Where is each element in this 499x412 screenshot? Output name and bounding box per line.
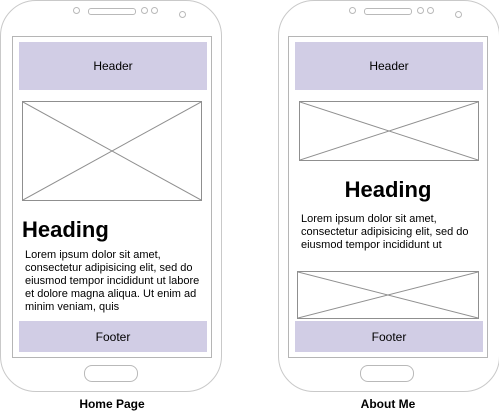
speaker-grille [364,8,412,15]
caption-about-me: About Me [360,397,416,411]
sensor-icon [417,7,424,14]
image-placeholder [297,271,479,319]
home-button[interactable] [84,365,138,382]
sensor-icon [141,7,148,14]
header-bar: Header [19,42,207,90]
image-placeholder [22,101,202,201]
screen: Header Heading Lorem ipsum dolor sit ame… [12,36,212,358]
screen: Header Heading Lorem ipsum dolor sit ame… [288,36,488,358]
home-button[interactable] [360,365,414,382]
phone-home-page: Header Heading Lorem ipsum dolor sit ame… [0,0,222,392]
crossed-box-icon [300,102,478,160]
front-camera-icon [73,7,80,14]
phone-about-page: Header Heading Lorem ipsum dolor sit ame… [278,0,499,392]
page-heading: Heading [22,217,109,242]
sensor-icon [427,7,434,14]
device-frame: Header Heading Lorem ipsum dolor sit ame… [0,0,222,392]
header-bar: Header [295,42,483,90]
sensor-icon [179,11,186,18]
page-heading: Heading [344,177,432,202]
body-text: Lorem ipsum dolor sit amet, consectetur … [25,249,200,313]
footer-bar: Footer [19,321,207,352]
image-placeholder [299,101,479,161]
crossed-box-icon [23,102,201,200]
body-text: Lorem ipsum dolor sit amet, consectetur … [301,213,469,251]
device-frame: Header Heading Lorem ipsum dolor sit ame… [278,0,499,392]
sensor-icon [455,11,462,18]
sensor-icon [151,7,158,14]
caption-home-page: Home Page [79,397,145,411]
crossed-box-icon [298,272,478,318]
front-camera-icon [349,7,356,14]
footer-bar: Footer [295,321,483,352]
speaker-grille [88,8,136,15]
